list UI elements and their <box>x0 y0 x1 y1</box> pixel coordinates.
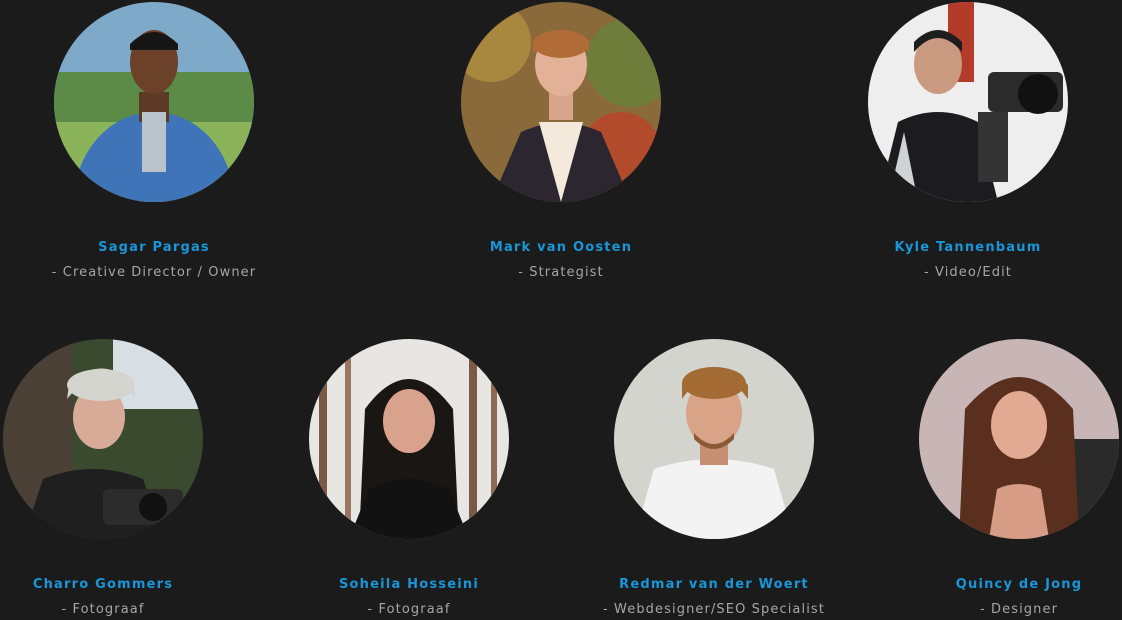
member-role: - Webdesigner/SEO Specialist <box>603 602 825 617</box>
member-role: - Video/Edit <box>923 265 1012 280</box>
member-name: Kyle Tannenbaum <box>894 240 1042 255</box>
profile-photo <box>868 2 1068 202</box>
member-name: Soheila Hosseini <box>338 577 480 592</box>
member-role: - Fotograaf <box>61 602 145 617</box>
team-member-card: Charro Gommers - Fotograaf <box>0 339 243 619</box>
member-name: Redmar van der Woert <box>619 577 809 592</box>
team-member-card: Redmar van der Woert - Webdesigner/SEO S… <box>574 339 854 619</box>
member-name: Quincy de Jong <box>955 577 1083 592</box>
profile-photo <box>614 339 814 539</box>
team-member-card: Kyle Tannenbaum - Video/Edit <box>828 2 1108 282</box>
profile-photo <box>461 2 661 202</box>
team-member-card: Sagar Pargas - Creative Director / Owner <box>14 2 294 282</box>
profile-photo <box>919 339 1119 539</box>
member-name: Charro Gommers <box>32 577 174 592</box>
team-member-card: Soheila Hosseini - Fotograaf <box>269 339 549 619</box>
member-role: - Designer <box>979 602 1059 617</box>
member-role: - Strategist <box>518 265 604 280</box>
profile-photo <box>309 339 509 539</box>
member-role: - Creative Director / Owner <box>51 265 257 280</box>
team-member-card: Mark van Oosten - Strategist <box>421 2 701 282</box>
profile-photo <box>3 339 203 539</box>
member-name: Mark van Oosten <box>489 240 633 255</box>
team-member-card: Quincy de Jong - Designer <box>879 339 1122 619</box>
member-name: Sagar Pargas <box>98 240 210 255</box>
profile-photo <box>54 2 254 202</box>
member-role: - Fotograaf <box>367 602 451 617</box>
